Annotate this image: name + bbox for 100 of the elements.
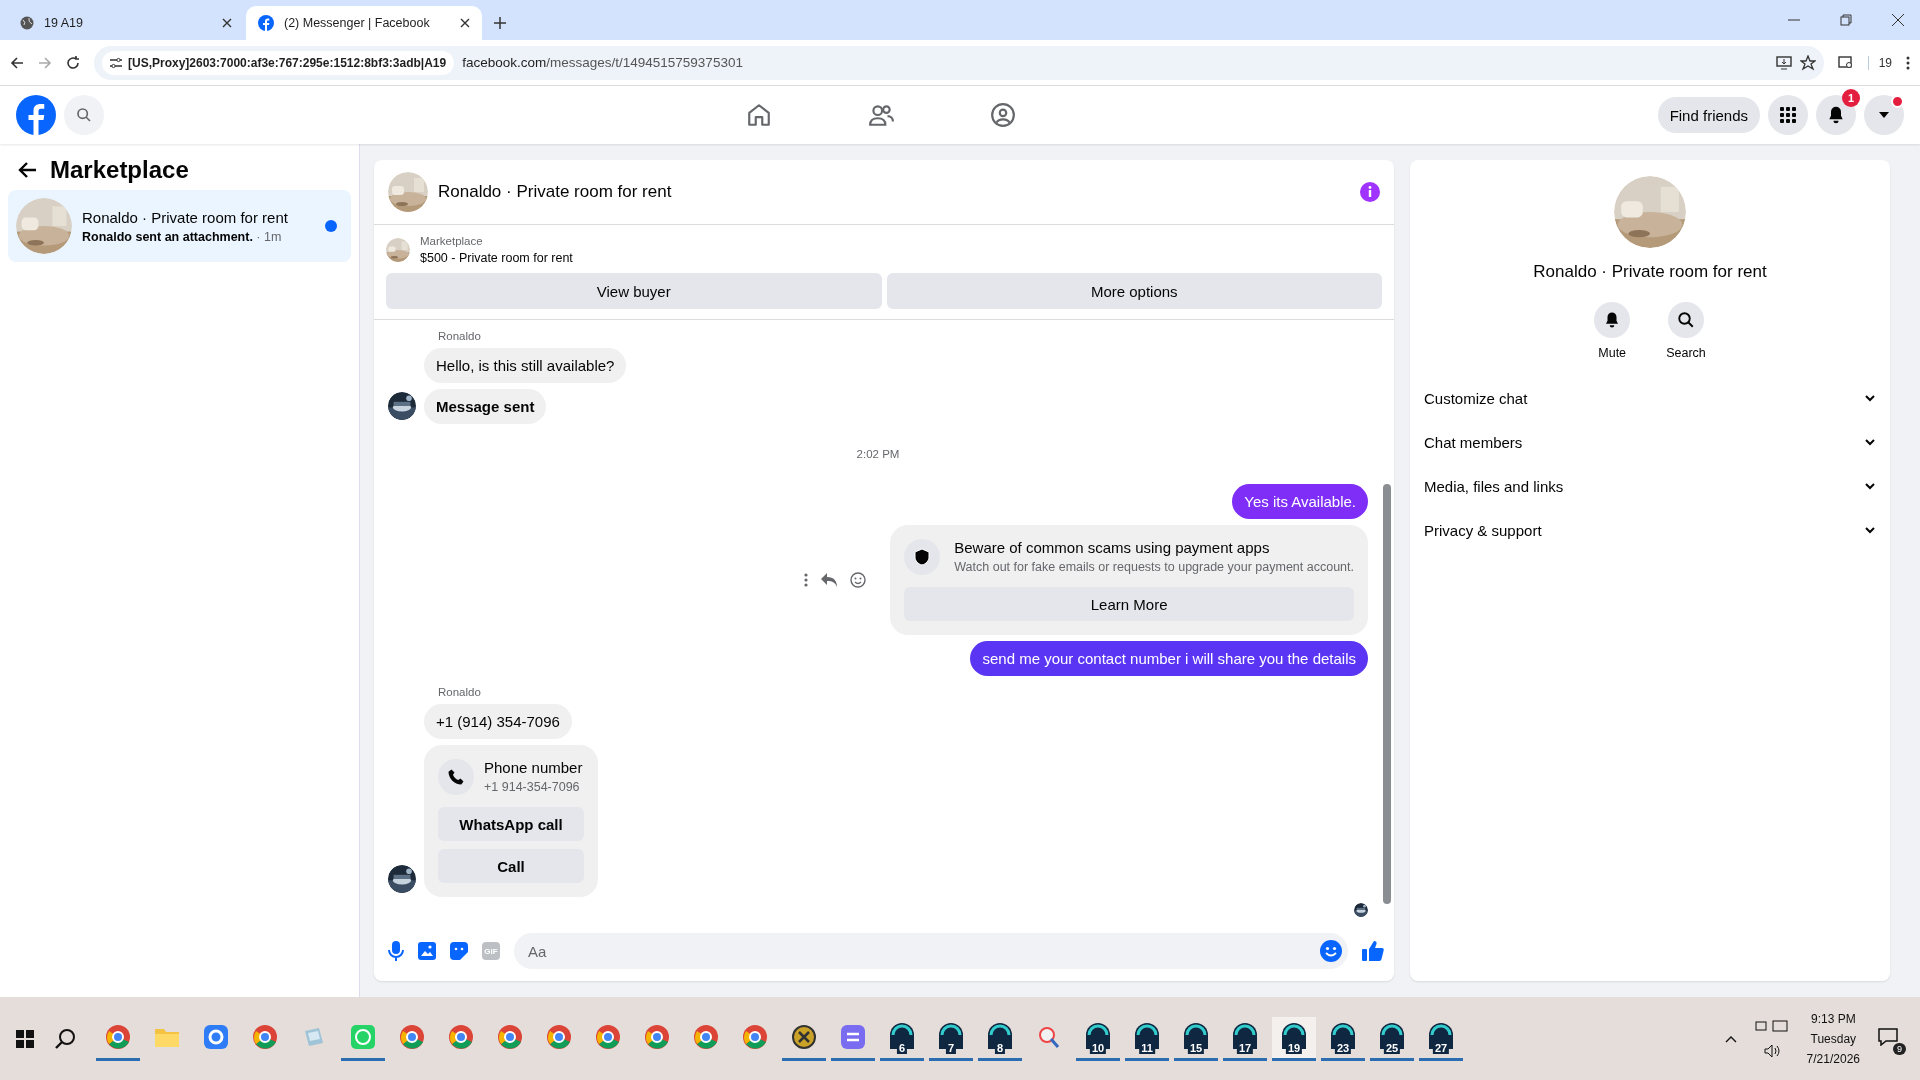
back-icon <box>10 55 24 70</box>
find-friends-button[interactable]: Find friends <box>1657 97 1760 133</box>
message-bubble: +1 (914) 354-7096 <box>424 704 572 739</box>
browser-icon <box>595 1024 621 1050</box>
taskbar-app[interactable]: 15 <box>1174 1016 1218 1061</box>
sliders-icon <box>110 56 122 69</box>
browser-icon <box>497 1024 523 1050</box>
address-bar[interactable]: [US,Proxy]2603:7000:af3e:767:295e:1512:8bf3:3adb|A19 facebook.com/messages/t/1494515759375301 <box>94 45 1824 80</box>
conversation-item[interactable]: Ronaldo · Private room for rent Ronaldo sent an attachment. · 1m <box>8 190 351 262</box>
browser-icon <box>693 1024 719 1050</box>
message-bubble: Hello, is this still available? <box>424 348 627 383</box>
taskbar-app[interactable]: 17 <box>1223 1016 1267 1061</box>
browser-tab[interactable]: (2) Messenger | Facebook <box>246 6 482 40</box>
reload-icon <box>66 55 80 70</box>
profile-icon <box>1280 1023 1308 1051</box>
tab-search-icon <box>1837 55 1854 70</box>
coin-icon <box>792 1025 816 1049</box>
details-section[interactable]: Media, files and links <box>1422 464 1878 508</box>
contact-name: Ronaldo · Private room for rent <box>1533 262 1767 282</box>
taskbar-app[interactable]: 23 <box>1321 1016 1365 1061</box>
listing-source: Marketplace <box>420 235 484 247</box>
learn-more-button[interactable]: Learn More <box>904 587 1354 621</box>
friends-icon[interactable] <box>867 102 894 128</box>
details-section[interactable]: Privacy & support <box>1422 508 1878 552</box>
profile-icon <box>1133 1023 1161 1051</box>
caret-icon <box>1878 111 1890 119</box>
url-text: facebook.com/messages/t/1494515759375301 <box>462 55 744 70</box>
chevron-icon <box>1864 392 1876 404</box>
message-bubble: Yes its Available. <box>1232 484 1368 519</box>
timestamp: 2:02 PM <box>856 448 900 460</box>
home-icon[interactable] <box>745 102 772 128</box>
info-icon[interactable] <box>1360 182 1380 202</box>
browser-tab[interactable]: 19 A19 <box>8 6 244 40</box>
folder-icon <box>154 1026 180 1048</box>
taskbar-app[interactable]: 11 <box>1125 1016 1169 1061</box>
star-icon <box>1799 54 1816 71</box>
sender-name: Ronaldo <box>437 686 482 698</box>
chevron-icon <box>1864 524 1876 536</box>
view-buyer-button[interactable]: View buyer <box>386 273 882 309</box>
profile-icon <box>1378 1023 1406 1051</box>
profile-icon <box>986 1023 1014 1051</box>
browser-icon <box>448 1024 474 1050</box>
grid-icon <box>1779 106 1797 124</box>
notification-center-icon[interactable] <box>1878 1028 1898 1046</box>
restore-icon <box>1840 14 1852 26</box>
taskbar-app[interactable]: 6 <box>880 1016 924 1061</box>
taskbar-app[interactable]: 19 <box>1272 1016 1316 1061</box>
browser-icon <box>546 1024 572 1050</box>
message-input[interactable]: Aa <box>526 941 1320 961</box>
warning-title: Beware of common scams using payment apps <box>954 539 1271 556</box>
message-field[interactable]: Aa <box>514 933 1348 969</box>
back-icon[interactable] <box>18 160 38 180</box>
image-icon[interactable] <box>418 942 436 960</box>
clock-date: 7/21/2026 <box>1806 1051 1860 1066</box>
message-bubble: Message sent <box>424 389 547 424</box>
start-icon[interactable] <box>16 1029 34 1048</box>
account-button[interactable] <box>1864 95 1904 135</box>
chevron-up-icon <box>1724 1034 1737 1043</box>
volume-icon <box>1763 1043 1780 1058</box>
facebook-logo[interactable] <box>16 95 56 135</box>
sticker-icon[interactable] <box>450 942 468 960</box>
call-button[interactable]: Call <box>438 849 584 883</box>
profile-icon <box>1182 1023 1210 1051</box>
emoji-icon <box>1320 940 1342 962</box>
unread-dot <box>325 220 337 232</box>
phone-number: +1 914-354-7096 <box>484 780 581 794</box>
globe-icon <box>20 16 34 30</box>
more-options-button[interactable]: More options <box>886 273 1382 309</box>
taskbar-app[interactable]: 8 <box>978 1016 1022 1061</box>
taskbar-app[interactable]: 7 <box>929 1016 973 1061</box>
clock-time: 9:13 PM <box>1810 1011 1856 1026</box>
phone-icon <box>438 759 474 795</box>
sidebar-title: Marketplace <box>50 156 189 184</box>
sender-name: Ronaldo <box>437 330 482 342</box>
close-icon <box>1892 14 1904 26</box>
notification-badge: 1 <box>1842 89 1860 107</box>
groups-icon[interactable] <box>989 102 1016 128</box>
profile-icon <box>1084 1023 1112 1051</box>
conversation-preview: Ronaldo sent an attachment. · 1m <box>82 229 283 244</box>
notifications-button[interactable] <box>1816 95 1856 135</box>
profile-icon <box>888 1023 916 1051</box>
taskbar-app[interactable]: 10 <box>1076 1016 1120 1061</box>
details-section[interactable]: Chat members <box>1422 420 1878 464</box>
taskbar-app[interactable]: 25 <box>1370 1016 1414 1061</box>
emoji-icon <box>850 572 867 588</box>
apps-menu-button[interactable] <box>1768 95 1808 135</box>
search-button[interactable] <box>64 95 104 135</box>
site-info-chip[interactable]: [US,Proxy]2603:7000:af3e:767:295e:1512:8bf3:3adb|A19 <box>102 50 455 75</box>
browser-icon <box>399 1024 425 1050</box>
thumbs-up-icon[interactable] <box>1362 940 1384 962</box>
shield-icon <box>904 539 941 575</box>
message-bubble: send me your contact number i will share you the details <box>970 641 1368 676</box>
profile-label[interactable]: 19 <box>1867 55 1892 70</box>
details-section[interactable]: Customize chat <box>1422 376 1878 420</box>
whatsapp-call-button[interactable]: WhatsApp call <box>438 807 584 841</box>
taskbar-app[interactable]: 27 <box>1419 1016 1463 1061</box>
microphone-icon[interactable] <box>388 941 404 961</box>
browser-icon <box>742 1024 768 1050</box>
search-icon[interactable] <box>54 1027 76 1050</box>
notification-count: 9 <box>1893 1043 1906 1055</box>
